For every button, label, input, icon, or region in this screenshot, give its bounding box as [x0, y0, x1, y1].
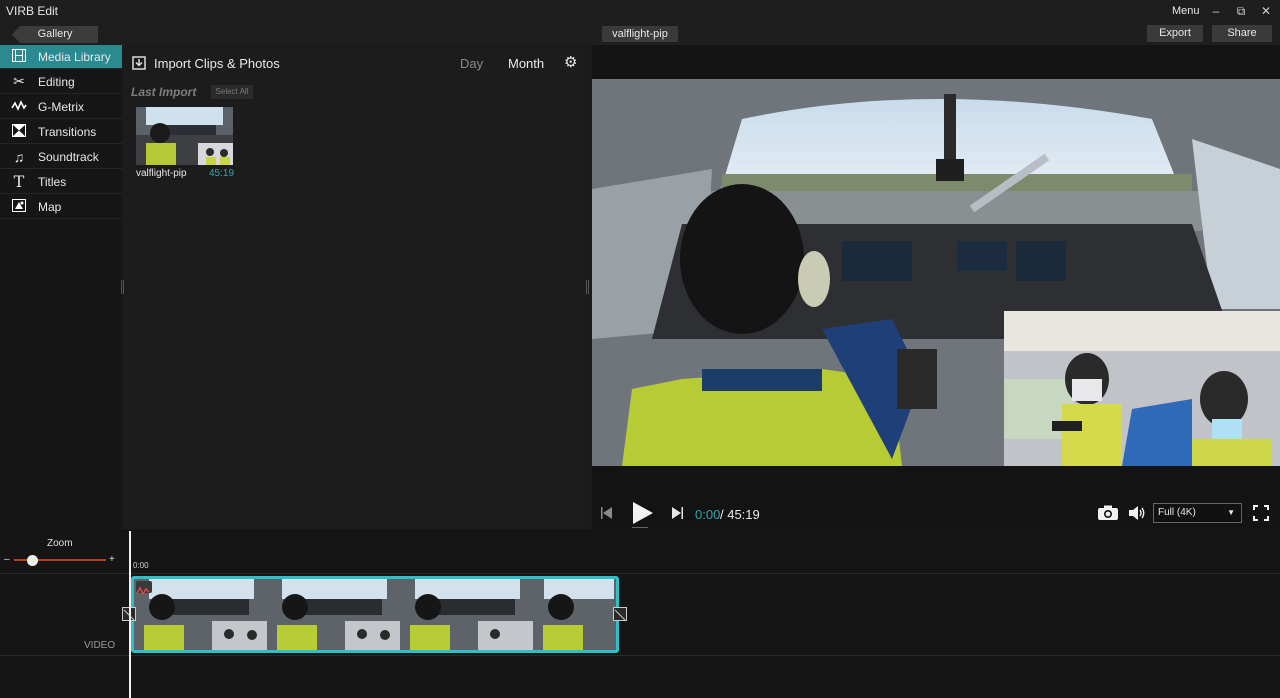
- zoom-label: Zoom: [47, 538, 73, 549]
- menu-button[interactable]: Menu: [1172, 5, 1200, 17]
- share-button[interactable]: Share: [1212, 25, 1272, 42]
- sidebar-item-editing[interactable]: ✂ Editing: [0, 70, 122, 94]
- sidebar-item-label: Editing: [38, 74, 75, 89]
- film-icon: [0, 48, 38, 65]
- transitions-icon: [0, 123, 38, 140]
- minimize-button[interactable]: –: [1207, 3, 1225, 19]
- text-icon: T: [13, 172, 25, 191]
- volume-icon[interactable]: [1128, 505, 1146, 526]
- previous-frame-icon[interactable]: [600, 506, 614, 525]
- track-divider: [0, 573, 1280, 574]
- clip-thumbnail[interactable]: [136, 107, 233, 165]
- clip-data-icon: [136, 583, 150, 601]
- close-button[interactable]: ✕: [1257, 3, 1275, 19]
- select-all-button[interactable]: Select All: [211, 85, 253, 99]
- sidebar-item-label: Transitions: [38, 124, 97, 139]
- panel-resize-handle[interactable]: [586, 280, 589, 294]
- gear-icon[interactable]: ⚙: [564, 53, 577, 71]
- map-icon: [0, 198, 38, 215]
- playhead[interactable]: [129, 531, 131, 698]
- sidebar-item-label: Media Library: [38, 49, 111, 64]
- export-button[interactable]: Export: [1147, 25, 1203, 42]
- project-title: valflight-pip: [602, 26, 678, 42]
- sidebar-item-media-library[interactable]: Media Library: [0, 45, 122, 69]
- play-icon[interactable]: [630, 501, 654, 530]
- current-time: 0:00: [695, 507, 721, 522]
- section-heading: Last Import: [131, 85, 197, 99]
- chevron-down-icon: ▼: [1227, 508, 1235, 517]
- video-track-label: VIDEO: [84, 640, 116, 651]
- zoom-in-button[interactable]: +: [109, 554, 115, 565]
- fullscreen-icon[interactable]: [1253, 505, 1269, 526]
- sidebar-item-titles[interactable]: T Titles: [0, 170, 122, 194]
- zoom-out-button[interactable]: –: [4, 554, 10, 565]
- video-preview[interactable]: [592, 79, 1280, 466]
- sidebar-item-label: G-Metrix: [38, 99, 84, 114]
- timeline-clip[interactable]: [131, 576, 619, 653]
- import-icon[interactable]: [132, 56, 146, 70]
- sidebar: Media Library ✂ Editing G-Metrix Transit…: [0, 45, 122, 529]
- next-frame-icon[interactable]: [670, 506, 684, 525]
- title-bar: [0, 0, 1280, 24]
- tab-day[interactable]: Day: [460, 56, 483, 71]
- sidebar-item-soundtrack[interactable]: ♫ Soundtrack: [0, 145, 122, 169]
- import-clips-button[interactable]: Import Clips & Photos: [154, 56, 280, 71]
- sidebar-item-g-metrix[interactable]: G-Metrix: [0, 95, 122, 119]
- scissors-icon: ✂: [13, 73, 25, 89]
- clip-name: valflight-pip: [136, 168, 187, 179]
- total-duration: / 45:19: [720, 507, 760, 522]
- restore-button[interactable]: ⧉: [1232, 3, 1250, 19]
- zoom-slider-knob[interactable]: [27, 555, 38, 566]
- camera-icon[interactable]: [1097, 505, 1119, 526]
- gauge-icon: [0, 99, 38, 115]
- ruler-time-label: 0:00: [133, 561, 149, 570]
- music-note-icon: ♫: [13, 148, 25, 165]
- track-divider: [0, 655, 1280, 656]
- tab-month[interactable]: Month: [508, 56, 544, 71]
- clip-duration: 45:19: [209, 168, 235, 179]
- sidebar-item-map[interactable]: Map: [0, 195, 122, 219]
- quality-value: Full (4K): [1158, 507, 1196, 518]
- sidebar-item-transitions[interactable]: Transitions: [0, 120, 122, 144]
- sidebar-item-label: Titles: [38, 174, 67, 189]
- sidebar-item-label: Soundtrack: [38, 149, 99, 164]
- app-title: VIRB Edit: [6, 4, 59, 18]
- sidebar-item-label: Map: [38, 199, 62, 214]
- trim-end-handle[interactable]: [613, 607, 627, 621]
- gallery-back-button[interactable]: Gallery: [12, 26, 98, 43]
- quality-select[interactable]: Full (4K) ▼: [1153, 503, 1242, 523]
